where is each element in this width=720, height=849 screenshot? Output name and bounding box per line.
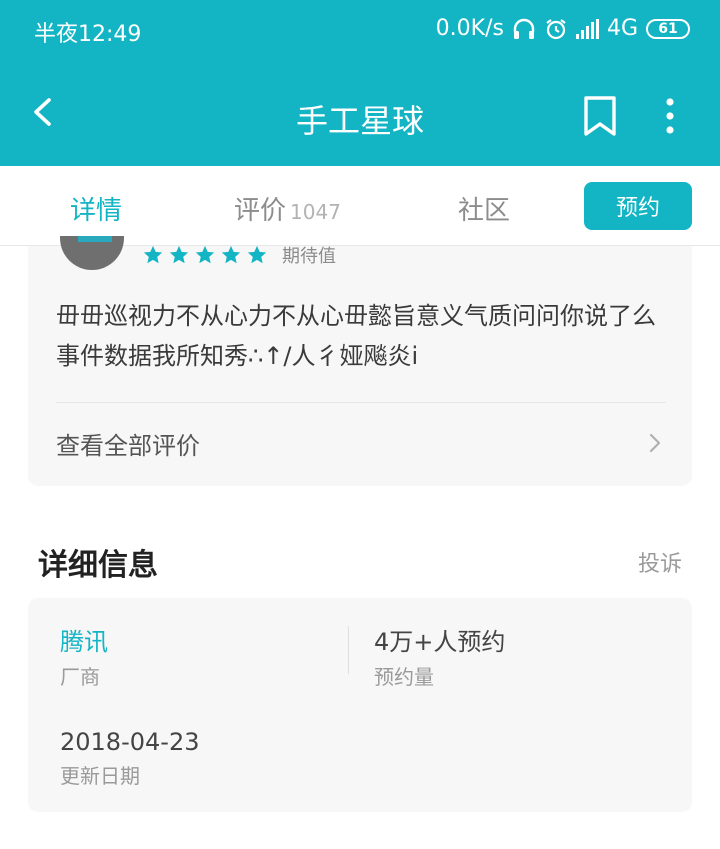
review-text: 毌毌巡视力不从心力不从心毌懿旨意义气质问问你说了么事件数据我所知秀∴↑/人彳娅飚… <box>56 302 656 370</box>
update-cell: 2018-04-23 更新日期 <box>60 728 199 789</box>
view-all-reviews-link[interactable]: 查看全部评价 <box>56 426 200 461</box>
network-type: 4G <box>606 16 638 41</box>
tab-bar: 详情 评价 1047 社区 预约 <box>0 166 720 246</box>
tab-reviews[interactable]: 评价 1047 <box>234 190 341 227</box>
info-card: 腾讯 厂商 4万+人预约 预约量 2018-04-23 更新日期 <box>28 598 692 812</box>
section-title: 详细信息 <box>38 548 158 583</box>
tab-community-label: 社区 <box>458 196 511 226</box>
bookmark-icon[interactable] <box>580 94 620 138</box>
tab-details[interactable]: 详情 <box>70 190 122 227</box>
review-card: 期待值 毌毌巡视力不从心力不从心毌懿旨意义气质问问你说了么事件数据我所知秀∴↑/… <box>28 236 692 486</box>
vendor-label: 厂商 <box>60 665 100 689</box>
signal-icon <box>575 18 599 39</box>
star-icon <box>143 245 163 264</box>
network-speed: 0.0K/s <box>435 16 504 41</box>
rating-stars: 期待值 <box>142 242 336 268</box>
star-icon <box>169 245 189 264</box>
reservations-label: 预约量 <box>374 665 434 689</box>
alarm-icon <box>546 18 566 39</box>
star-icon <box>247 245 267 264</box>
star-icon <box>195 245 215 264</box>
tab-reviews-count: 1047 <box>290 200 341 224</box>
update-label: 更新日期 <box>60 764 140 788</box>
status-bar: 半夜12:49 0.0K/s 4G 61 <box>0 14 720 50</box>
vertical-divider <box>348 626 349 674</box>
status-time: 半夜12:49 <box>34 22 142 47</box>
avatar-badge <box>78 236 112 242</box>
tab-reviews-label: 评价 <box>234 196 287 226</box>
more-options-icon[interactable] <box>656 96 684 136</box>
headphones-icon <box>513 18 535 39</box>
chevron-right-icon[interactable] <box>648 432 662 454</box>
book-button[interactable]: 预约 <box>584 182 692 230</box>
star-icon <box>221 245 241 264</box>
tab-details-label: 详情 <box>70 196 123 226</box>
tab-community[interactable]: 社区 <box>458 190 510 227</box>
battery-icon: 61 <box>646 18 690 39</box>
vendor-cell: 腾讯 厂商 <box>60 622 108 690</box>
app-header: 半夜12:49 0.0K/s 4G 61 手工星球 <box>0 0 720 166</box>
avatar <box>60 236 124 270</box>
app-bar: 手工星球 <box>0 70 720 166</box>
complain-link[interactable]: 投诉 <box>638 546 682 578</box>
rating-label: 期待值 <box>282 246 336 267</box>
status-icons: 0.0K/s 4G 61 <box>436 16 690 41</box>
vendor-value[interactable]: 腾讯 <box>60 622 108 657</box>
divider <box>56 402 666 403</box>
reservations-value: 4万+人预约 <box>374 628 506 656</box>
reservations-cell: 4万+人预约 预约量 <box>374 622 505 690</box>
battery-level: 61 <box>658 20 678 37</box>
update-value: 2018-04-23 <box>60 728 200 756</box>
